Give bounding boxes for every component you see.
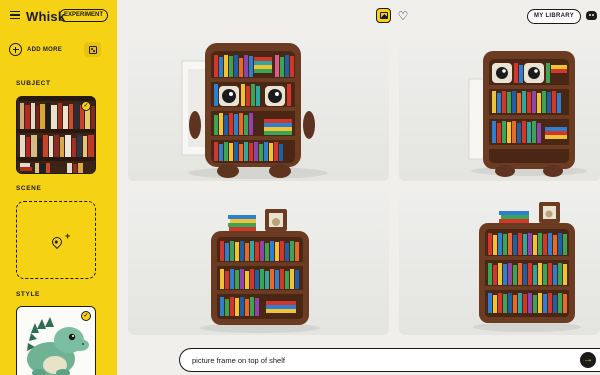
result-tile-3[interactable]	[128, 193, 389, 335]
prompt-input[interactable]	[192, 353, 572, 367]
view-toggle-group: ♡	[376, 8, 410, 23]
scene-dropzone[interactable]: +	[16, 201, 96, 279]
book-stack-on-top	[228, 215, 256, 231]
result-image-3	[200, 209, 320, 333]
heart-icon: ♡	[397, 8, 409, 23]
result-tile-1[interactable]	[128, 39, 389, 181]
send-button[interactable]: →	[580, 352, 596, 368]
randomize-button[interactable]	[84, 42, 101, 57]
style-selected-check-icon: ✓	[81, 311, 91, 321]
left-arm	[189, 111, 201, 139]
experiment-badge: EXPERIMENT	[59, 9, 109, 22]
result-image-4	[473, 202, 581, 332]
style-label: STYLE	[16, 291, 40, 298]
image-icon	[379, 12, 388, 19]
right-arm	[303, 111, 315, 139]
picture-frame	[539, 202, 560, 223]
location-pin-icon	[49, 234, 65, 250]
menu-icon[interactable]	[10, 11, 20, 19]
result-image-2	[468, 51, 587, 177]
favorites-button[interactable]: ♡	[396, 9, 410, 23]
subject-selected-check-icon: ✓	[81, 101, 91, 111]
sidebar: Whisk EXPERIMENT ADD MORE SUBJECT ✓ SCEN…	[0, 0, 117, 375]
subject-card[interactable]: ✓	[16, 96, 96, 174]
add-more-label: ADD MORE	[27, 46, 63, 53]
picture-frame	[265, 209, 287, 231]
style-card[interactable]: ✓	[16, 306, 96, 375]
my-library-button[interactable]: MY LIBRARY	[527, 9, 582, 24]
dice-icon	[88, 45, 97, 54]
add-scene-plus-icon: +	[65, 231, 71, 241]
result-image-1	[181, 43, 328, 179]
prompt-bar: →	[179, 348, 600, 372]
arrow-right-icon: →	[583, 354, 593, 365]
scene-label: SCENE	[16, 185, 42, 192]
subject-label: SUBJECT	[16, 80, 51, 87]
discord-icon[interactable]	[586, 11, 597, 20]
plus-circle-icon	[9, 43, 22, 56]
result-tile-2[interactable]	[399, 39, 600, 181]
result-tile-4[interactable]	[399, 193, 600, 335]
images-view-button[interactable]	[376, 8, 391, 23]
book-stack-on-top	[499, 211, 529, 223]
add-more-button[interactable]: ADD MORE	[9, 43, 62, 56]
